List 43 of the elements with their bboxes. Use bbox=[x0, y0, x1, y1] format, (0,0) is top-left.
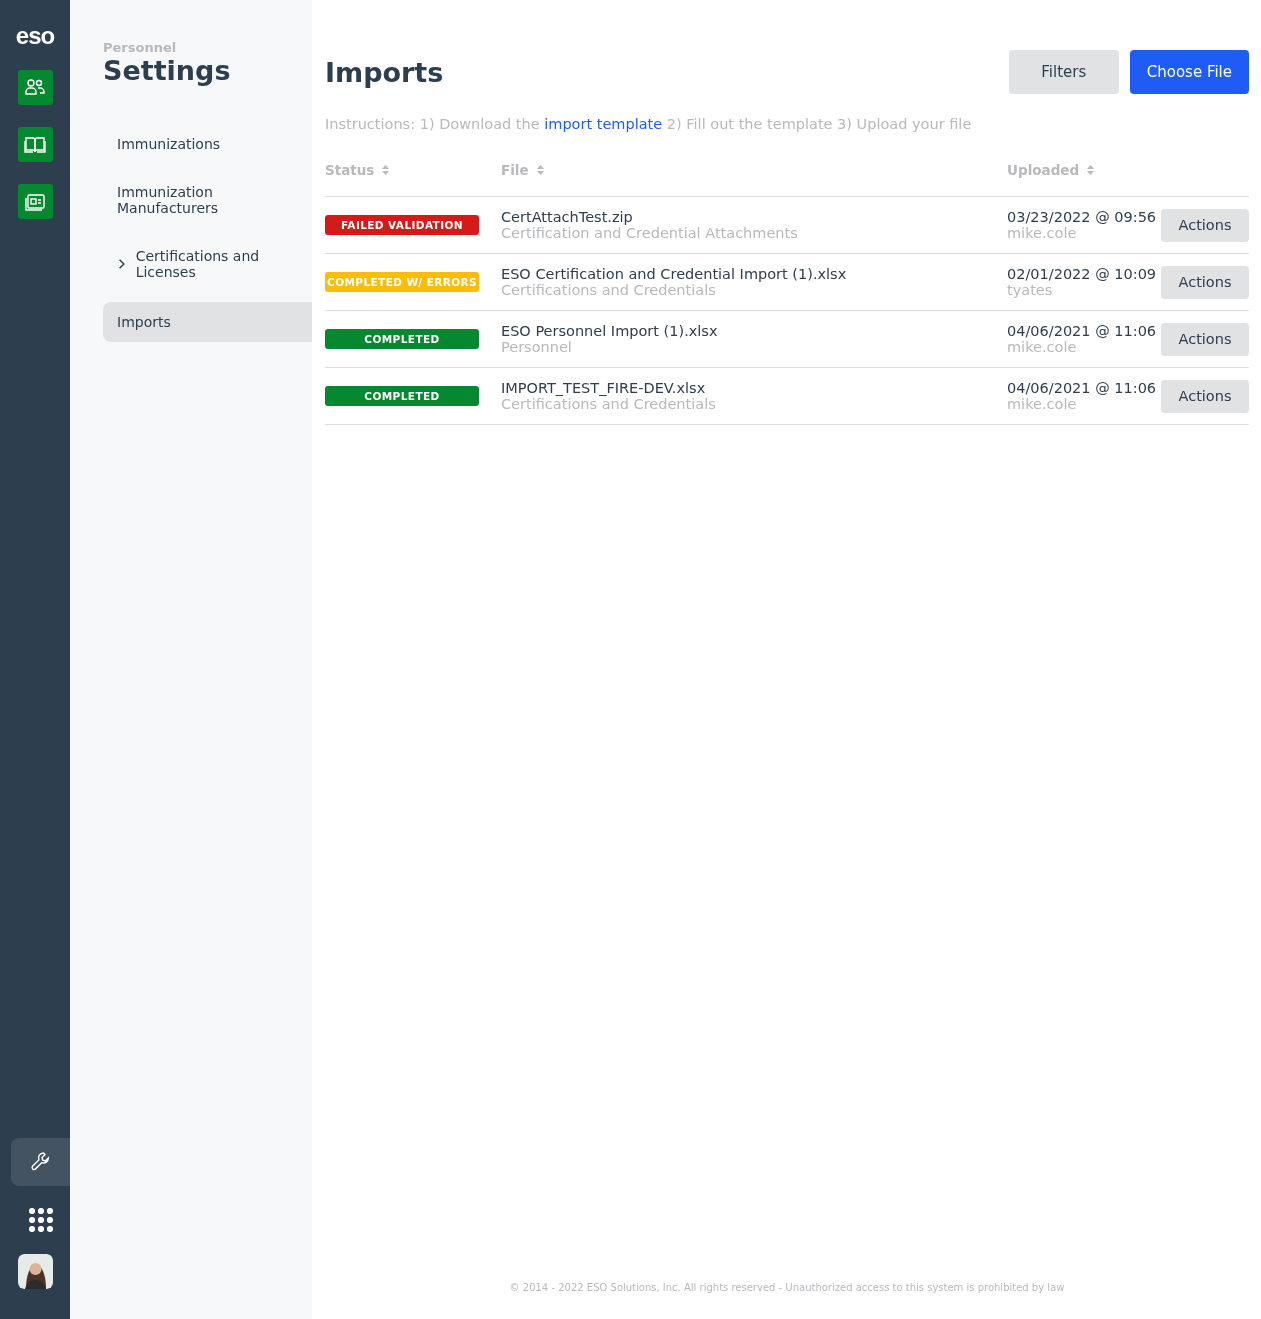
sidebar-item[interactable]: Certifications and Licenses bbox=[103, 238, 312, 290]
status-badge: COMPLETED bbox=[325, 386, 479, 406]
instructions-text: Instructions: 1) Download the import template 2) Fill out the template 3) Upload your file bbox=[325, 116, 973, 132]
page-title: Imports bbox=[325, 56, 445, 88]
grid-icon bbox=[28, 1208, 53, 1232]
uploader: tyates bbox=[1007, 282, 1054, 298]
import-type: Certifications and Credentials bbox=[501, 282, 717, 298]
uploader: mike.cole bbox=[1007, 225, 1078, 241]
uploader: mike.cole bbox=[1007, 396, 1078, 412]
upload-date: 04/06/2021 @ 11:06 bbox=[1007, 323, 1158, 339]
filters-button[interactable]: Filters bbox=[1008, 50, 1119, 94]
actions-button[interactable]: Actions bbox=[1161, 322, 1249, 356]
footer-text: © 2014 - 2022 ESO Solutions, Inc. All rights reserved - Unauthorized access to this system is prohibited by law bbox=[508, 1282, 1066, 1293]
choose-file-button[interactable]: Choose File bbox=[1129, 50, 1249, 94]
module-label: Personnel bbox=[103, 40, 178, 55]
file-name: CertAttachTest.zip bbox=[501, 209, 634, 225]
import-type: Certifications and Credentials bbox=[501, 396, 717, 412]
user-avatar[interactable] bbox=[17, 1254, 53, 1289]
sidebar-title: Settings bbox=[103, 55, 232, 86]
upload-date: 03/23/2022 @ 09:56 bbox=[1007, 209, 1158, 225]
sidebar-item[interactable]: Immunization Manufacturers bbox=[103, 174, 312, 226]
sidebar-item[interactable]: Imports bbox=[103, 302, 312, 342]
sidebar-item[interactable]: Immunizations bbox=[103, 126, 312, 162]
actions-button[interactable]: Actions bbox=[1161, 208, 1249, 242]
actions-button[interactable]: Actions bbox=[1161, 265, 1249, 299]
settings-button[interactable] bbox=[11, 1138, 70, 1186]
upload-date: 02/01/2022 @ 10:09 bbox=[1007, 266, 1158, 282]
import-type: Certification and Credential Attachments bbox=[501, 225, 799, 241]
file-name: ESO Personnel Import (1).xlsx bbox=[501, 323, 719, 339]
logo: eso bbox=[15, 24, 55, 48]
upload-date: 04/06/2021 @ 11:06 bbox=[1007, 380, 1158, 396]
people-app-button[interactable] bbox=[17, 70, 53, 105]
book-app-button[interactable] bbox=[17, 127, 53, 162]
file-name: ESO Certification and Credential Import (1).xlsx bbox=[501, 266, 848, 282]
template-link[interactable]: import template bbox=[544, 116, 663, 132]
news-app-button[interactable] bbox=[17, 184, 53, 219]
status-badge: COMPLETED W/ ERRORS bbox=[325, 272, 479, 292]
actions-button[interactable]: Actions bbox=[1161, 379, 1249, 413]
file-name: IMPORT_TEST_FIRE-DEV.xlsx bbox=[501, 380, 707, 396]
import-type: Personnel bbox=[501, 339, 573, 355]
status-badge: FAILED VALIDATION bbox=[325, 215, 479, 235]
status-badge: COMPLETED bbox=[325, 329, 479, 349]
uploader: mike.cole bbox=[1007, 339, 1078, 355]
